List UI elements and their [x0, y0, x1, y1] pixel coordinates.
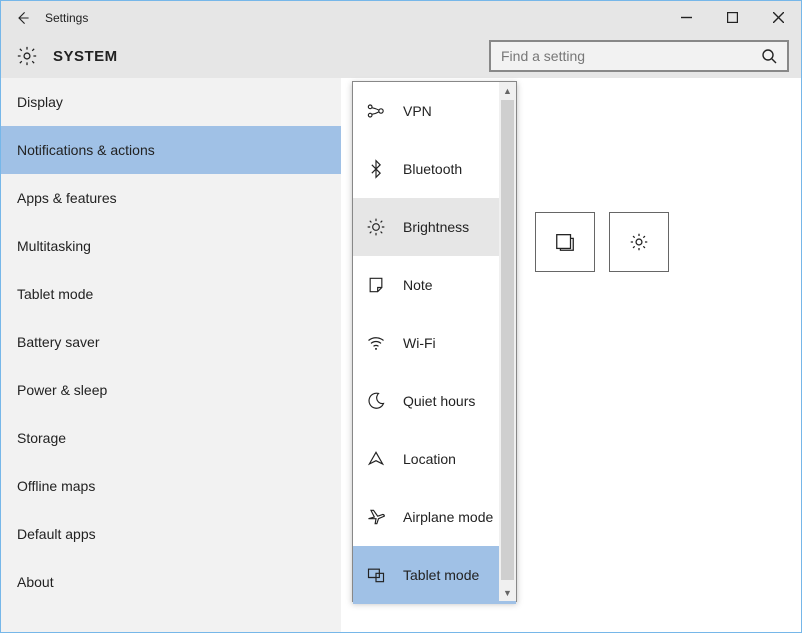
- note-icon: [365, 274, 387, 296]
- tablet-mode-icon: [365, 564, 387, 586]
- sidebar-item-label: Power & sleep: [17, 382, 107, 398]
- sidebar-item-label: Default apps: [17, 526, 96, 542]
- close-button[interactable]: [755, 1, 801, 34]
- flyout-item-label: Brightness: [403, 219, 469, 235]
- gear-icon: [13, 42, 41, 70]
- scroll-up-button[interactable]: ▲: [499, 82, 516, 99]
- search-box[interactable]: [489, 40, 789, 72]
- flyout-item-label: Wi-Fi: [403, 335, 436, 351]
- location-icon: [365, 448, 387, 470]
- sidebar-item-about[interactable]: About: [1, 558, 341, 606]
- flyout-item-location[interactable]: Location: [353, 430, 516, 488]
- sidebar-item-tablet-mode[interactable]: Tablet mode: [1, 270, 341, 318]
- flyout-item-wifi[interactable]: Wi-Fi: [353, 314, 516, 372]
- flyout-item-airplane[interactable]: Airplane mode: [353, 488, 516, 546]
- flyout-item-tablet[interactable]: Tablet mode: [353, 546, 516, 604]
- search-input[interactable]: [501, 48, 761, 64]
- sidebar-item-label: Tablet mode: [17, 286, 93, 302]
- flyout-item-note[interactable]: Note: [353, 256, 516, 314]
- quick-action-flyout: ▲ ▼ VPN Bluetooth Brightness Note Wi-Fi …: [352, 81, 517, 602]
- window-title: Settings: [45, 11, 88, 25]
- sidebar: Display Notifications & actions Apps & f…: [1, 78, 341, 632]
- maximize-button[interactable]: [709, 1, 755, 34]
- flyout-item-label: Airplane mode: [403, 509, 493, 525]
- scroll-thumb[interactable]: [501, 100, 514, 580]
- sidebar-item-label: Storage: [17, 430, 66, 446]
- airplane-icon: [365, 506, 387, 528]
- brightness-icon: [365, 216, 387, 238]
- sidebar-item-label: Multitasking: [17, 238, 91, 254]
- sidebar-item-label: Display: [17, 94, 63, 110]
- sidebar-item-label: Battery saver: [17, 334, 99, 350]
- minimize-button[interactable]: [663, 1, 709, 34]
- bluetooth-icon: [365, 158, 387, 180]
- sidebar-item-storage[interactable]: Storage: [1, 414, 341, 462]
- vpn-icon: [365, 100, 387, 122]
- sidebar-item-multitasking[interactable]: Multitasking: [1, 222, 341, 270]
- quick-action-tile[interactable]: [609, 212, 669, 272]
- scrollbar[interactable]: ▲ ▼: [499, 82, 516, 601]
- sidebar-item-label: Offline maps: [17, 478, 95, 494]
- back-button[interactable]: [1, 1, 45, 34]
- sidebar-item-offline-maps[interactable]: Offline maps: [1, 462, 341, 510]
- sidebar-item-label: About: [17, 574, 54, 590]
- flyout-item-label: Note: [403, 277, 433, 293]
- scroll-down-button[interactable]: ▼: [499, 584, 516, 601]
- header-title: SYSTEM: [53, 48, 118, 65]
- sidebar-item-display[interactable]: Display: [1, 78, 341, 126]
- flyout-item-vpn[interactable]: VPN: [353, 82, 516, 140]
- flyout-item-label: VPN: [403, 103, 432, 119]
- title-bar: Settings: [1, 1, 801, 34]
- sidebar-item-power[interactable]: Power & sleep: [1, 366, 341, 414]
- flyout-item-bluetooth[interactable]: Bluetooth: [353, 140, 516, 198]
- flyout-item-label: Bluetooth: [403, 161, 462, 177]
- sidebar-item-default-apps[interactable]: Default apps: [1, 510, 341, 558]
- flyout-item-label: Quiet hours: [403, 393, 475, 409]
- sidebar-item-label: Apps & features: [17, 190, 117, 206]
- header: SYSTEM: [1, 34, 801, 78]
- flyout-item-brightness[interactable]: Brightness: [353, 198, 516, 256]
- flyout-item-quiet-hours[interactable]: Quiet hours: [353, 372, 516, 430]
- sidebar-item-battery[interactable]: Battery saver: [1, 318, 341, 366]
- flyout-item-label: Tablet mode: [403, 567, 479, 583]
- quick-action-tile[interactable]: [535, 212, 595, 272]
- wifi-icon: [365, 332, 387, 354]
- sidebar-item-label: Notifications & actions: [17, 142, 155, 158]
- search-icon: [761, 48, 777, 64]
- sidebar-item-apps[interactable]: Apps & features: [1, 174, 341, 222]
- sidebar-item-notifications[interactable]: Notifications & actions: [1, 126, 341, 174]
- flyout-item-label: Location: [403, 451, 456, 467]
- quiet-hours-icon: [365, 390, 387, 412]
